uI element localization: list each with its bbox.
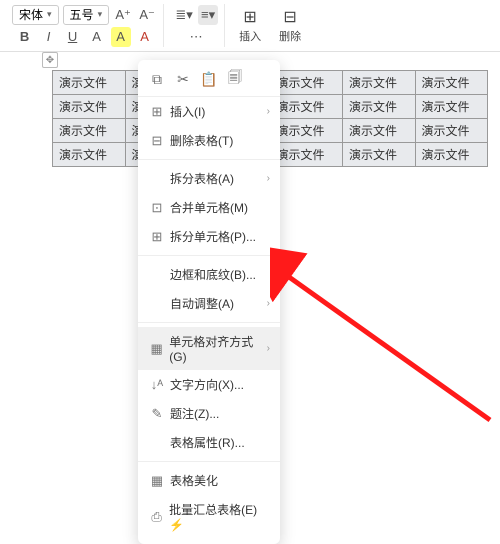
table-cell[interactable]: 演示文件 (53, 71, 126, 95)
menu-item-icon: ▦ (148, 473, 166, 489)
highlight-button[interactable]: A (111, 27, 131, 47)
context-menu: ⧉ ✂ 📋 🗐 ⊞插入(I)›⊟删除表格(T)拆分表格(A)›⊡合并单元格(M)… (138, 60, 280, 544)
menu-separator (138, 255, 280, 256)
table-cell[interactable]: 演示文件 (343, 119, 416, 143)
table-cell[interactable]: 演示文件 (53, 143, 126, 167)
font-name-value: 宋体 (19, 6, 43, 23)
paragraph-group: ≣▾ ≡▾ ⋯ (168, 4, 225, 47)
menu-item[interactable]: ⎙批量汇总表格(E) ⚡ (138, 495, 280, 538)
delete-label: 删除 (279, 28, 301, 44)
list-button[interactable]: ≣▾ (174, 5, 194, 25)
chevron-right-icon: › (267, 173, 270, 184)
menu-item-icon: ▦ (148, 341, 165, 357)
paste-icon[interactable]: 📋 (200, 70, 218, 88)
menu-item-label: 批量汇总表格(E) ⚡ (169, 501, 270, 532)
table-cell[interactable]: 演示文件 (270, 119, 343, 143)
menu-item-icon: ⊞ (148, 104, 166, 120)
chevron-right-icon: › (267, 298, 270, 309)
insert-label: 插入 (239, 28, 261, 44)
font-size-value: 五号 (70, 6, 94, 23)
cut-icon[interactable]: ✂ (174, 70, 192, 88)
bold-button[interactable]: B (15, 27, 35, 47)
table-cell[interactable]: 演示文件 (343, 71, 416, 95)
menu-item[interactable]: ⊞拆分单元格(P)... (138, 222, 280, 251)
menu-item-label: 拆分表格(A) (170, 170, 234, 187)
menu-item[interactable]: ▦单元格对齐方式(G)› (138, 327, 280, 370)
paste-special-icon[interactable]: 🗐 (226, 70, 244, 88)
menu-separator (138, 322, 280, 323)
menu-item-icon: ⊟ (148, 133, 166, 149)
menu-item[interactable]: 表格属性(R)... (138, 428, 280, 457)
align-button[interactable]: ≡▾ (198, 5, 218, 25)
menu-separator (138, 159, 280, 160)
table-cell[interactable]: 演示文件 (343, 143, 416, 167)
annotation-arrow (270, 230, 500, 430)
table-cell[interactable]: 演示文件 (343, 95, 416, 119)
decrease-font-button[interactable]: A⁻ (137, 5, 157, 25)
insert-icon: ⊞ (243, 7, 256, 27)
menu-item[interactable]: ▦表格美化 (138, 466, 280, 495)
menu-item-label: 表格美化 (170, 472, 218, 489)
table-cell[interactable]: 演示文件 (270, 143, 343, 167)
menu-item[interactable]: ↓ᴬ 文字方向(X)... (138, 370, 280, 399)
increase-font-button[interactable]: A⁺ (113, 5, 133, 25)
context-menu-quick-actions: ⧉ ✂ 📋 🗐 (138, 66, 280, 97)
font-name-select[interactable]: 宋体 ▾ (12, 5, 59, 25)
toolbar: 宋体 ▾ 五号 ▾ A⁺ A⁻ B I U A A A ≣▾ ≡▾ ⋯ (0, 0, 500, 52)
menu-item[interactable]: ⊡合并单元格(M) (138, 193, 280, 222)
chevron-down-icon: ▾ (98, 9, 103, 20)
menu-item-label: 文字方向(X)... (170, 376, 244, 393)
menu-item[interactable]: ⊞插入(I) › (138, 97, 280, 126)
menu-item-label: 表格属性(R)... (170, 434, 245, 451)
menu-item-icon: ⊞ (148, 229, 166, 245)
menu-item-label: 拆分单元格(P)... (170, 228, 256, 245)
menu-item-icon: ↓ᴬ (148, 377, 166, 392)
table-cell[interactable]: 演示文件 (53, 119, 126, 143)
table-insert-button[interactable]: ⊞ 插入 (235, 7, 265, 44)
menu-item-icon: ⎙ (148, 509, 165, 525)
table-tools-group: ⊞ 插入 ⊟ 删除 (229, 4, 311, 47)
menu-item-label: 删除表格(T) (170, 132, 233, 149)
font-size-select[interactable]: 五号 ▾ (63, 5, 110, 25)
table-delete-button[interactable]: ⊟ 删除 (275, 7, 305, 44)
menu-item[interactable]: ✎题注(Z)... (138, 399, 280, 428)
font-color-button[interactable]: A (135, 27, 155, 47)
table-move-handle[interactable]: ✥ (42, 52, 58, 68)
menu-item-label: 自动调整(A) (170, 295, 234, 312)
delete-icon: ⊟ (283, 7, 296, 27)
chevron-down-icon: ▾ (47, 9, 52, 20)
table-cell[interactable]: 演示文件 (415, 119, 488, 143)
menu-item[interactable]: 边框和底纹(B)... (138, 260, 280, 289)
menu-item-label: 插入(I) (170, 103, 205, 120)
table-cell[interactable]: 演示文件 (53, 95, 126, 119)
chevron-right-icon: › (267, 106, 270, 117)
more-paragraph-button[interactable]: ⋯ (186, 27, 206, 47)
menu-item-label: 边框和底纹(B)... (170, 266, 256, 283)
copy-icon[interactable]: ⧉ (148, 70, 166, 88)
chevron-right-icon: › (267, 343, 270, 354)
menu-item-label: 题注(Z)... (170, 405, 219, 422)
strikethrough-button[interactable]: A (87, 27, 107, 47)
underline-button[interactable]: U (63, 27, 83, 47)
table-cell[interactable]: 演示文件 (415, 95, 488, 119)
font-group: 宋体 ▾ 五号 ▾ A⁺ A⁻ B I U A A A (6, 4, 164, 47)
italic-button[interactable]: I (39, 27, 59, 47)
table-cell[interactable]: 演示文件 (270, 95, 343, 119)
menu-item[interactable]: ⊟删除表格(T) (138, 126, 280, 155)
menu-item-label: 合并单元格(M) (170, 199, 248, 216)
menu-item-icon: ✎ (148, 406, 166, 422)
menu-separator (138, 461, 280, 462)
menu-item-icon: ⊡ (148, 200, 166, 216)
table-cell[interactable]: 演示文件 (415, 143, 488, 167)
table-cell[interactable]: 演示文件 (415, 71, 488, 95)
menu-item[interactable]: 拆分表格(A) › (138, 164, 280, 193)
menu-item[interactable]: 自动调整(A) › (138, 289, 280, 318)
table-cell[interactable]: 演示文件 (270, 71, 343, 95)
menu-item-label: 单元格对齐方式(G) (169, 333, 266, 364)
